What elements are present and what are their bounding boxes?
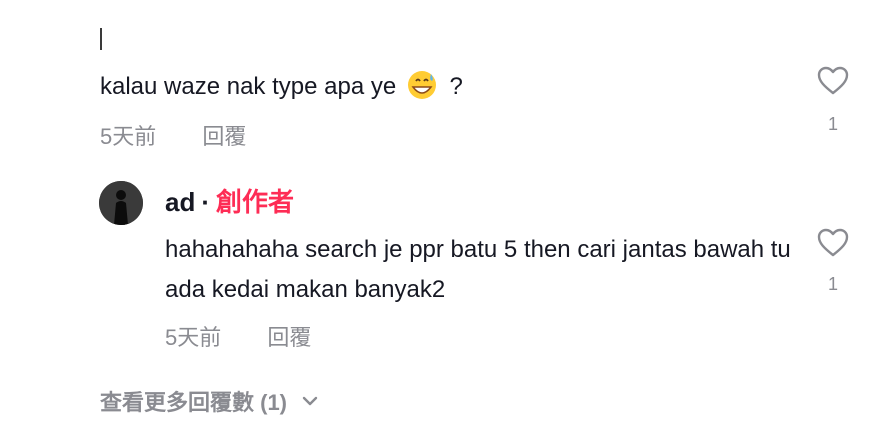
avatar-image xyxy=(99,181,143,225)
reply-author-name[interactable]: ad xyxy=(165,187,195,217)
view-more-replies-button[interactable]: 查看更多回覆數 (1) xyxy=(100,385,319,417)
chevron-down-icon xyxy=(302,396,318,406)
grinning-sweat-emoji-icon xyxy=(407,71,436,99)
reply-meta: 5天前 回覆 xyxy=(165,320,311,352)
text-cursor xyxy=(100,28,102,50)
reply-author-line: ad · 創作者 xyxy=(165,186,294,218)
reply-like-count: 1 xyxy=(828,274,839,294)
avatar[interactable] xyxy=(99,181,143,225)
reply-reply-button[interactable]: 回覆 xyxy=(267,325,311,350)
comment-suffix: ? xyxy=(449,73,463,100)
comment-meta: 5天前 回覆 xyxy=(100,119,246,151)
comment-reply-button[interactable]: 回覆 xyxy=(202,124,246,149)
reply-like-heart-icon[interactable] xyxy=(816,226,850,260)
comment-like-heart-icon[interactable] xyxy=(816,64,850,98)
reply-time: 5天前 xyxy=(165,325,222,350)
reply-text: hahahahaha search je ppr batu 5 then car… xyxy=(165,236,791,303)
creator-badge: 創作者 xyxy=(216,187,295,217)
comment-body: kalau waze nak type apa ye xyxy=(100,73,397,100)
view-more-label: 查看更多回覆數 (1) xyxy=(100,390,288,415)
comment-like-count: 1 xyxy=(828,114,839,134)
comment-text: kalau waze nak type apa ye ? xyxy=(100,70,463,103)
separator-dot: · xyxy=(201,187,211,217)
comment-time: 5天前 xyxy=(100,124,157,149)
